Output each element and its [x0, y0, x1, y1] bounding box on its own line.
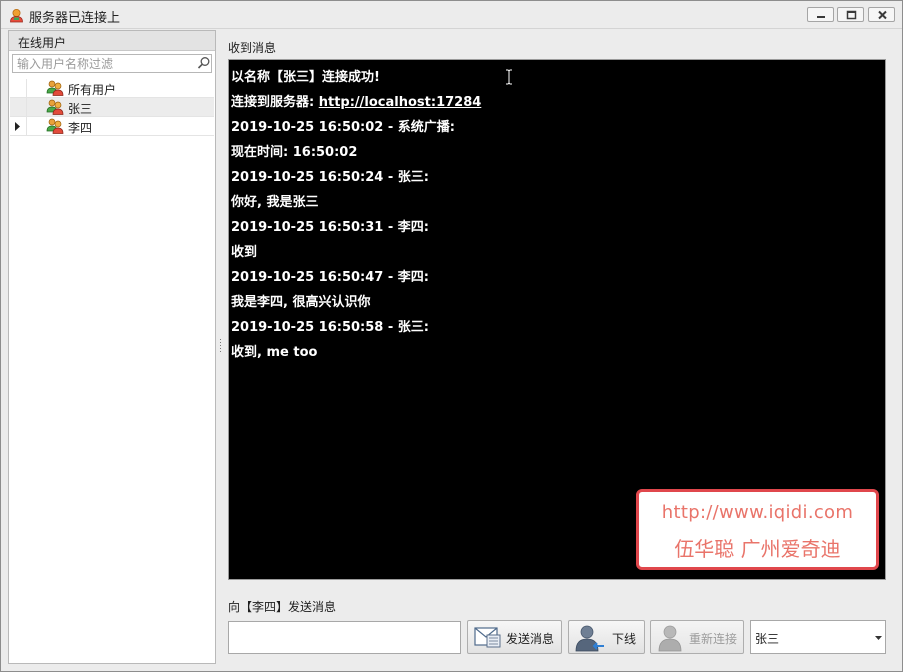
message-line: 2019-10-25 16:50:58 - 张三:	[231, 320, 429, 335]
chevron-down-icon[interactable]	[875, 636, 882, 640]
maximize-button[interactable]	[837, 7, 864, 22]
message-line: 你好, 我是张三	[231, 195, 319, 210]
minimize-button[interactable]	[807, 7, 834, 22]
search-icon[interactable]	[197, 56, 211, 70]
user-group-icon	[46, 99, 64, 115]
message-line: 现在时间: 16:50:02	[231, 145, 358, 160]
user-group-icon	[46, 80, 64, 96]
message-log: 以名称【张三】连接成功! 连接到服务器: http://localhost:17…	[231, 65, 871, 365]
user-row-lisi[interactable]: 李四	[10, 117, 214, 136]
row-selector-arrow-icon	[15, 122, 20, 131]
received-messages-label: 收到消息	[228, 41, 277, 55]
go-offline-button[interactable]: 下线	[568, 620, 645, 654]
message-line: 我是李四, 很高兴认识你	[231, 295, 371, 310]
splitter-handle[interactable]	[219, 339, 222, 353]
row-gutter	[10, 98, 27, 117]
app-icon	[10, 9, 23, 23]
watermark-badge: http://www.iqidi.com 伍华聪 广州爱奇迪	[636, 489, 879, 570]
close-icon	[878, 10, 887, 20]
send-message-button[interactable]: 发送消息	[467, 620, 562, 654]
send-message-label: 向【李四】发送消息	[228, 600, 337, 614]
user-row-zhangsan[interactable]: 张三	[10, 98, 214, 117]
message-line: 2019-10-25 16:50:02 - 系统广播:	[231, 120, 455, 135]
reconnect-button[interactable]: 重新连接	[650, 620, 744, 654]
go-offline-button-label: 下线	[612, 632, 637, 646]
message-line: 收到	[231, 245, 258, 260]
user-filter-input[interactable]	[13, 55, 193, 72]
user-row-all[interactable]: 所有用户	[10, 79, 214, 98]
user-select-value: 张三	[755, 632, 780, 646]
user-list: 所有用户 张三 李四	[10, 79, 214, 136]
user-name: 张三	[68, 102, 93, 116]
online-users-panel: 在线用户 所有用户	[8, 30, 216, 664]
message-line: 连接到服务器:	[231, 95, 319, 110]
message-line: 以名称【张三】连接成功!	[231, 70, 380, 85]
message-line: 2019-10-25 16:50:31 - 李四:	[231, 220, 429, 235]
user-filter-box	[12, 54, 212, 73]
server-url-link[interactable]: http://localhost:17284	[319, 95, 482, 110]
send-message-input[interactable]	[229, 622, 460, 653]
online-users-header: 在线用户	[9, 31, 215, 51]
row-gutter	[10, 117, 27, 136]
watermark-author: 伍华聪 广州爱奇迪	[674, 537, 841, 561]
user-select-dropdown[interactable]: 张三	[750, 620, 886, 654]
reconnect-button-label: 重新连接	[689, 632, 738, 646]
message-line: 2019-10-25 16:50:47 - 李四:	[231, 270, 429, 285]
user-group-icon	[46, 118, 64, 134]
user-name: 李四	[68, 121, 93, 135]
send-mail-icon	[474, 627, 501, 648]
message-line: 收到, me too	[231, 345, 318, 360]
message-line-server: 连接到服务器: http://localhost:17284	[231, 90, 871, 115]
text-cursor-icon	[506, 69, 512, 85]
received-messages-box[interactable]: 以名称【张三】连接成功! 连接到服务器: http://localhost:17…	[228, 59, 886, 580]
row-gutter	[10, 79, 27, 98]
minimize-icon	[817, 16, 825, 18]
send-message-button-label: 发送消息	[506, 632, 555, 646]
main-window: 服务器已连接上 在线用户 输入用户名称过滤 所有用户 张三 李四 收到消息 以名…	[0, 0, 903, 672]
user-reconnect-icon	[658, 625, 682, 652]
window-title: 服务器已连接上	[29, 11, 121, 26]
close-button[interactable]	[868, 7, 895, 22]
user-logout-icon	[575, 625, 604, 652]
online-users-title: 在线用户	[18, 36, 67, 50]
message-line: 2019-10-25 16:50:24 - 张三:	[231, 170, 429, 185]
user-name: 所有用户	[68, 83, 117, 97]
title-bar: 服务器已连接上	[1, 1, 902, 29]
send-message-box	[228, 621, 461, 654]
maximize-icon	[846, 10, 857, 20]
watermark-url: http://www.iqidi.com	[661, 502, 854, 523]
